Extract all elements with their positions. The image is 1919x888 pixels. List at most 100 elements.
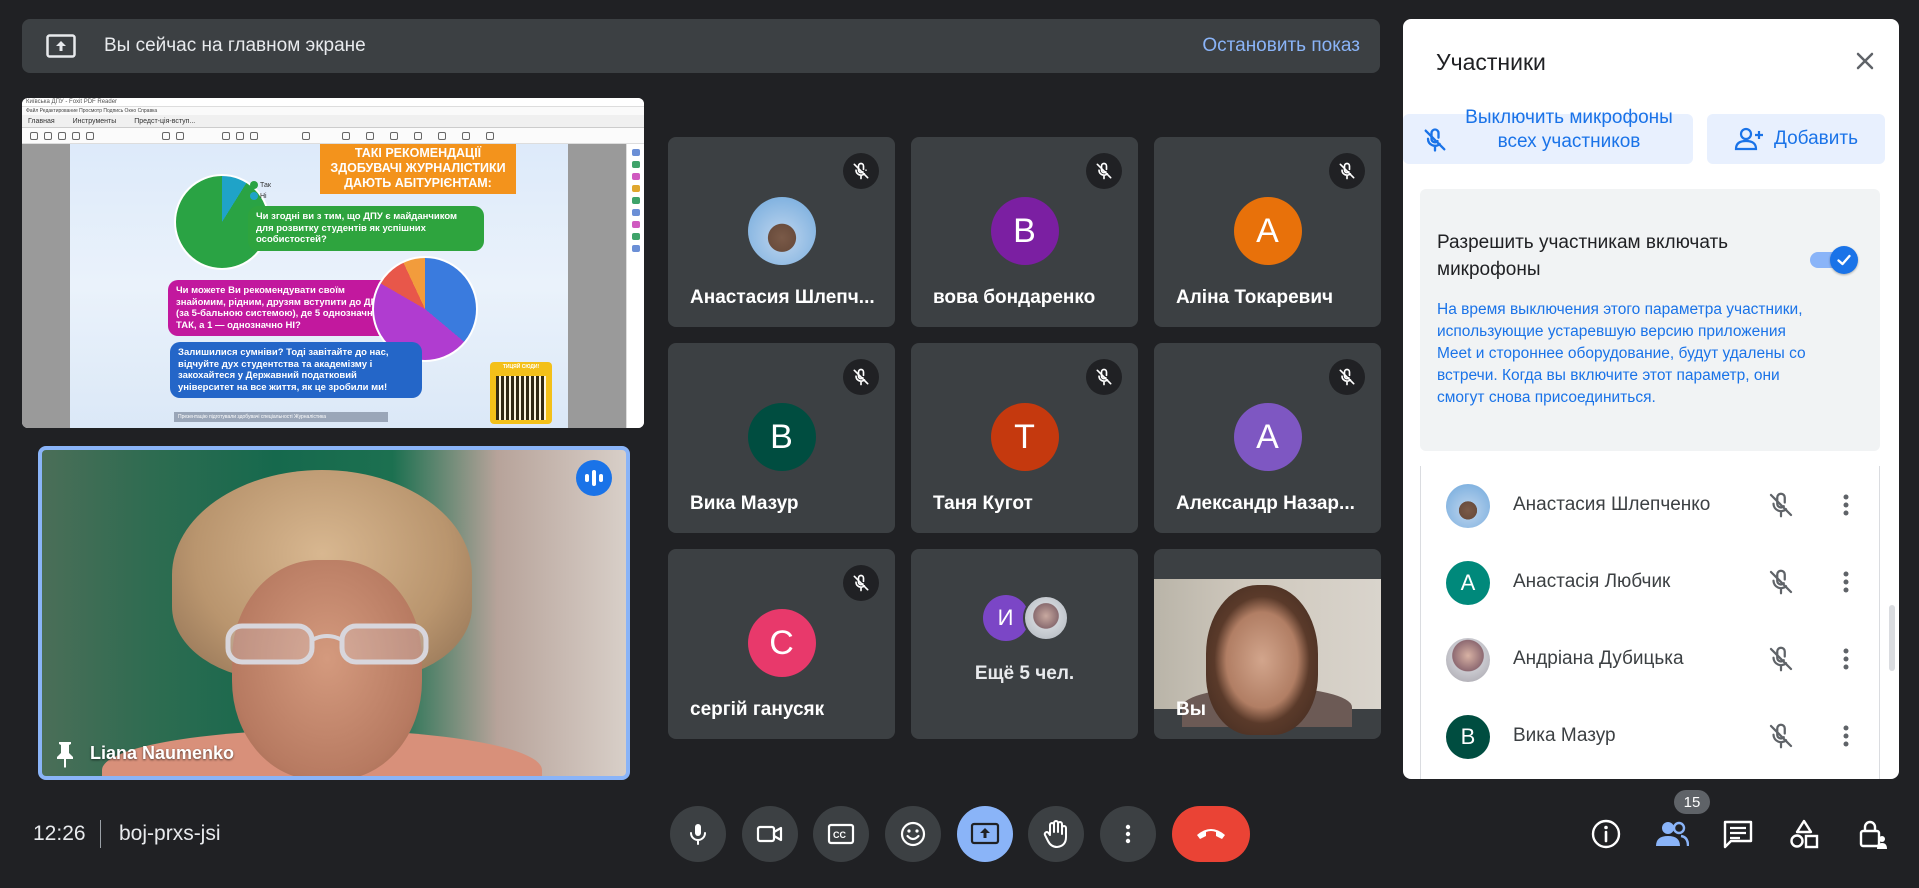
more-participants-tile[interactable]: И Ещё 5 чел. (911, 549, 1138, 739)
window-title: Київська ДПУ - Foxit PDF Reader (22, 98, 644, 107)
presentation-slide: ТАКІ РЕКОМЕНДАЦІЇ ЗДОБУВАЧІ ЖУРНАЛІСТИКИ… (70, 144, 568, 428)
avatar: A (1233, 197, 1302, 265)
tab-document: Предст-ція-вступ... (134, 118, 196, 125)
reader-toolbar (22, 128, 644, 144)
chat-button[interactable] (1720, 816, 1756, 852)
avatar (1022, 595, 1069, 641)
reader-side-panel (626, 144, 644, 428)
list-item[interactable]: B Вика Мазур (1421, 697, 1879, 774)
meeting-code: boj-prxs-jsi (119, 822, 221, 845)
close-icon[interactable] (1849, 45, 1881, 77)
participants-count-badge: 15 (1674, 790, 1710, 814)
person-add-icon (1734, 127, 1763, 151)
camera-button[interactable] (742, 806, 798, 862)
participant-name: Вика Мазур (690, 493, 799, 514)
panel-scrollbar[interactable] (1889, 605, 1895, 671)
present-screen-icon (46, 34, 76, 58)
mic-off-icon (1086, 359, 1122, 395)
mic-off-icon[interactable] (1766, 490, 1796, 520)
avatar: T (990, 403, 1059, 471)
pie-legend: Так Ні (250, 180, 271, 202)
list-item[interactable]: A Анастасія Любчик (1421, 543, 1879, 620)
add-people-button[interactable]: Добавить (1707, 114, 1885, 164)
mic-off-icon (1424, 128, 1446, 152)
self-name: Вы (1176, 699, 1206, 720)
hang-up-icon (1197, 829, 1225, 839)
shared-screen-preview[interactable]: Київська ДПУ - Foxit PDF Reader Файл Ред… (22, 98, 644, 428)
panel-title: Участники (1436, 49, 1546, 75)
list-item[interactable]: Анастасия Шлепченко (1421, 466, 1879, 543)
participant-tile[interactable]: Анастасия Шлепч... (668, 137, 895, 327)
speaker-name: Liana Naumenko (90, 743, 235, 763)
microphone-icon (690, 824, 706, 845)
check-icon (1837, 254, 1851, 266)
glasses (225, 623, 429, 665)
pinned-speaker-tile[interactable]: Liana Naumenko (38, 446, 630, 780)
participants-panel: Участники Выключить микрофоны всех участ… (1403, 19, 1899, 779)
mic-off-icon[interactable] (1766, 644, 1796, 674)
participant-name: вова бондаренко (933, 287, 1096, 308)
activities-button[interactable] (1786, 816, 1822, 852)
more-options-button[interactable] (1100, 806, 1156, 862)
mic-off-icon (1086, 153, 1122, 189)
more-options-icon[interactable] (1831, 721, 1861, 751)
avatar: B (747, 403, 816, 471)
clock: 12:26 (33, 822, 86, 845)
avatar: B (1446, 715, 1490, 759)
people-icon (1656, 821, 1689, 847)
stop-presenting-button[interactable]: Остановить показ (1202, 35, 1360, 57)
more-options-icon[interactable] (1831, 644, 1861, 674)
captions-button[interactable]: CC (813, 806, 869, 862)
list-item[interactable] (1421, 774, 1879, 779)
raise-hand-button[interactable] (1028, 806, 1084, 862)
participant-name: Александр Назар... (1176, 493, 1355, 514)
add-people-label: Добавить (1774, 128, 1858, 149)
mic-permission-setting: Разрешить участникам включать микрофоны … (1420, 189, 1880, 451)
divider (100, 820, 101, 848)
mic-off-icon (843, 359, 879, 395)
pin-icon[interactable] (54, 740, 76, 768)
mic-off-icon[interactable] (1766, 721, 1796, 751)
allow-mic-toggle[interactable] (1808, 245, 1860, 274)
participant-tile[interactable]: B вова бондаренко (911, 137, 1138, 327)
meeting-details-button[interactable] (1588, 816, 1624, 852)
participant-name: Андріана Дубицька (1513, 648, 1684, 669)
participant-tile[interactable]: T Таня Кугот (911, 343, 1138, 533)
info-icon (1591, 819, 1621, 849)
slide-footer: Презентацію підготували здобувачі спеціа… (174, 412, 388, 422)
speaking-indicator-icon (576, 460, 612, 496)
self-video (1154, 579, 1381, 735)
mute-all-button[interactable]: Выключить микрофоны всех участников (1403, 107, 1693, 164)
leave-call-button[interactable] (1172, 806, 1250, 862)
microphone-button[interactable] (670, 806, 726, 862)
tab-home: Главная (28, 118, 55, 125)
camera-icon (756, 825, 783, 843)
more-options-icon[interactable] (1831, 567, 1861, 597)
present-button[interactable] (957, 806, 1013, 862)
participant-tile[interactable]: B Вика Мазур (668, 343, 895, 533)
more-participants-label: Ещё 5 чел. (974, 663, 1075, 684)
shapes-icon (1790, 819, 1819, 849)
mic-off-icon[interactable] (1766, 567, 1796, 597)
more-options-icon[interactable] (1831, 490, 1861, 520)
self-view-tile[interactable]: Вы (1154, 549, 1381, 739)
tab-tools: Инструменты (72, 118, 117, 125)
list-item[interactable]: Андріана Дубицька (1421, 620, 1879, 697)
participant-tile[interactable]: A Аліна Токаревич (1154, 137, 1381, 327)
host-controls-button[interactable] (1854, 816, 1890, 852)
question-2: Чи можете Ви рекомендувати своїм знайоми… (168, 280, 396, 336)
presentation-banner: Вы сейчас на главном экране Остановить п… (22, 19, 1380, 73)
lock-person-icon (1859, 820, 1887, 849)
avatar: C (747, 609, 816, 677)
reactions-button[interactable] (885, 806, 941, 862)
participant-name: Таня Кугот (933, 493, 1033, 514)
setting-description: На время выключения этого параметра учас… (1437, 301, 1806, 406)
participant-name: Вика Мазур (1513, 725, 1616, 746)
present-screen-icon (970, 822, 1000, 845)
participant-tile[interactable]: C сергій ганусяк (668, 549, 895, 739)
participants-list: Анастасия Шлепченко A Анастасія Любчик А… (1420, 466, 1880, 779)
avatar: A (1446, 561, 1490, 605)
captions-icon: CC (827, 823, 855, 845)
participants-button[interactable] (1654, 816, 1690, 852)
participant-tile[interactable]: A Александр Назар... (1154, 343, 1381, 533)
